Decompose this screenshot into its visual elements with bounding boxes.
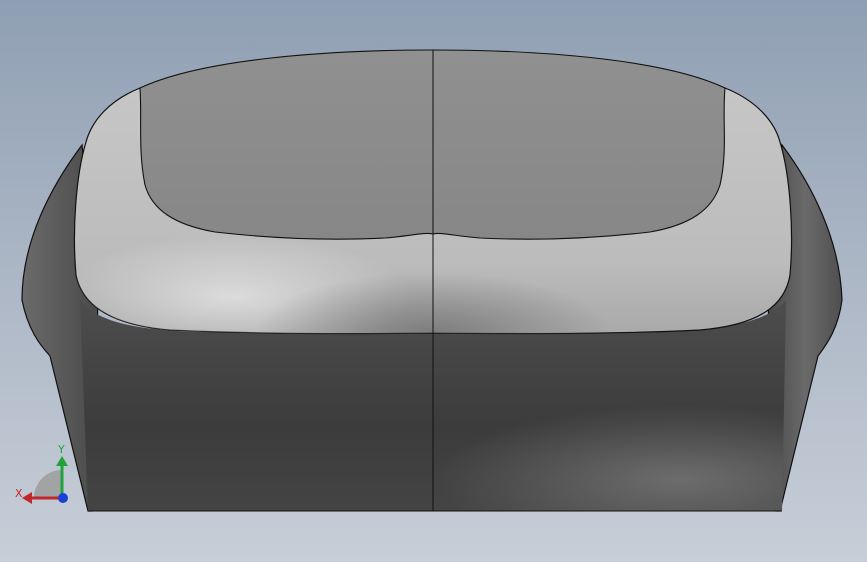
graphics-viewport[interactable]: Y X [0,0,867,562]
y-axis-label: Y [57,443,65,456]
x-axis-label: X [15,487,23,500]
coordinate-triad: Y X [15,443,68,504]
model-view[interactable] [0,0,867,562]
z-axis-dot-icon [58,493,68,503]
x-axis-arrow-icon [22,492,32,504]
y-axis-arrow-icon [56,456,68,466]
triad-plane [34,470,62,498]
